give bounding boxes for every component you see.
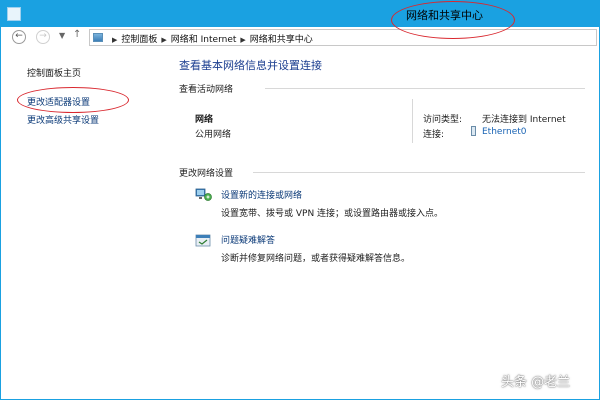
page-title: 查看基本网络信息并设置连接 <box>179 59 322 72</box>
network-setup-icon <box>195 188 212 201</box>
troubleshoot-icon <box>195 234 211 247</box>
access-type-label: 访问类型: <box>423 115 463 125</box>
ethernet-icon <box>471 126 476 136</box>
breadcrumb-separator-icon[interactable]: ▶ <box>161 36 166 44</box>
connections-label: 连接: <box>423 130 445 140</box>
control-panel-icon <box>93 33 103 42</box>
setup-connection-link[interactable]: 设置新的连接或网络 <box>221 188 302 201</box>
vertical-divider <box>412 99 413 143</box>
section-divider <box>265 88 585 89</box>
control-panel-home-link[interactable]: 控制面板主页 <box>27 66 81 79</box>
breadcrumb-control-panel[interactable]: 控制面板 <box>121 35 157 45</box>
troubleshoot-description: 诊断并修复网络问题，或者获得疑难解答信息。 <box>221 254 411 264</box>
navigation-row: ← → ▼ ↑ ▶ 控制面板 ▶ 网络和 Internet ▶ 网络和共享中心 <box>1 27 599 47</box>
breadcrumb-network-sharing-center[interactable]: 网络和共享中心 <box>250 35 313 45</box>
network-type: 公用网络 <box>195 130 232 140</box>
annotation-ellipse-adapter <box>17 87 129 113</box>
window: 网络和共享中心 ← → ▼ ↑ ▶ 控制面板 ▶ 网络和 Internet ▶ 网络和共享… <box>0 0 600 400</box>
active-networks-heading: 查看活动网络 <box>179 85 234 95</box>
breadcrumb-separator-icon[interactable]: ▶ <box>240 36 245 44</box>
app-icon <box>7 7 21 21</box>
network-name: 网络 <box>195 115 214 125</box>
breadcrumb-network-internet[interactable]: 网络和 Internet <box>171 35 237 45</box>
watermark: 头条 @老兰 <box>501 375 571 390</box>
troubleshoot-link[interactable]: 问题疑难解答 <box>221 233 275 246</box>
back-arrow-icon[interactable]: ← <box>12 30 26 44</box>
ethernet-connection-link[interactable]: Ethernet0 <box>482 127 527 137</box>
forward-arrow-icon[interactable]: → <box>36 30 50 44</box>
change-advanced-sharing-link[interactable]: 更改高级共享设置 <box>27 113 99 126</box>
recent-locations-chevron-icon[interactable]: ▼ <box>59 31 65 40</box>
access-type-value: 无法连接到 Internet <box>482 115 566 125</box>
breadcrumb: ▶ 控制面板 ▶ 网络和 Internet ▶ 网络和共享中心 <box>108 32 313 45</box>
annotation-ellipse-title <box>391 1 515 39</box>
breadcrumb-separator-icon[interactable]: ▶ <box>112 36 117 44</box>
address-bar[interactable]: ▶ 控制面板 ▶ 网络和 Internet ▶ 网络和共享中心 <box>89 29 597 46</box>
setup-connection-description: 设置宽带、拨号或 VPN 连接；或设置路由器或接入点。 <box>221 209 444 219</box>
change-settings-heading: 更改网络设置 <box>179 169 234 179</box>
section-divider <box>253 172 585 173</box>
up-arrow-icon[interactable]: ↑ <box>73 29 81 40</box>
